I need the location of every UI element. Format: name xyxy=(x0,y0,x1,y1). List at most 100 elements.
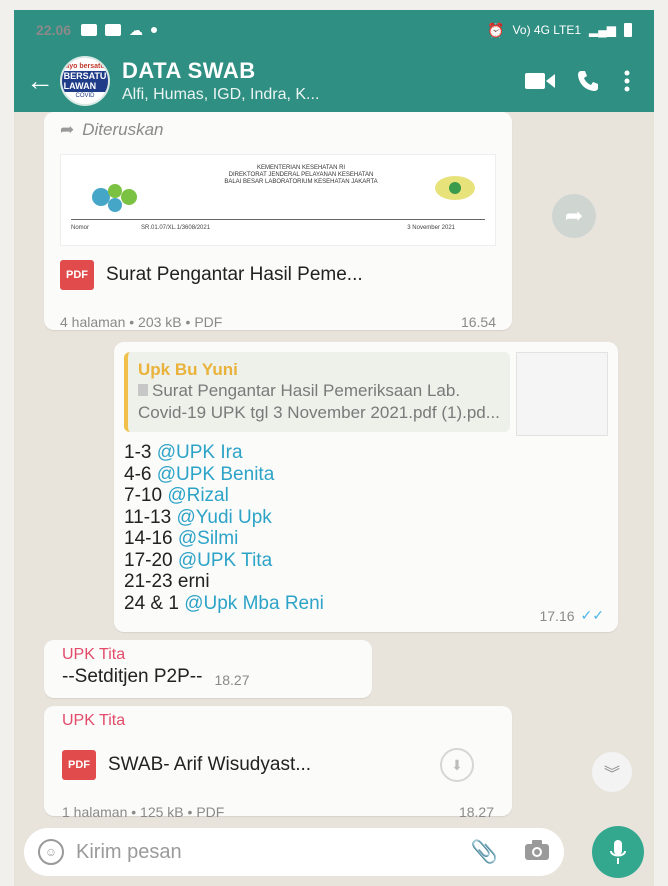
assignment-range: 7-10 xyxy=(124,485,168,507)
document-reference: SR.01.07/XL.1/3608/2021 xyxy=(141,225,211,231)
voice-record-button[interactable] xyxy=(592,826,644,878)
assignment-range: 14-16 xyxy=(124,528,178,550)
avatar-mid-text: BERSATU LAWAN xyxy=(62,70,108,93)
dot-icon xyxy=(151,27,158,33)
pdf-icon: PDF xyxy=(60,260,94,290)
ministry-logo-icon xyxy=(92,184,137,212)
message-input[interactable]: Kirim pesan xyxy=(76,841,471,864)
share-arrow-icon: ➦ xyxy=(564,203,584,228)
document-preview[interactable]: KEMENTERIAN KESEHATAN RI DIREKTORAT JEND… xyxy=(60,154,496,246)
quoted-document-name: Surat Pengantar Hasil Pemeriksaan Lab. C… xyxy=(138,381,500,423)
message-sender: UPK Tita xyxy=(62,712,126,729)
message-time: 18.27 xyxy=(458,804,494,820)
assignment-range: 4-6 xyxy=(124,463,157,485)
document-row[interactable]: PDF Surat Pengantar Hasil Peme... xyxy=(60,260,496,290)
assignment-line: 7-10 @Rizal xyxy=(124,485,608,507)
mention-link[interactable]: @UPK Ira xyxy=(157,442,243,463)
message-body: --Setditjen P2P-- 18.27 xyxy=(62,666,354,688)
document-meta: 1 halaman • 125 kB • PDF xyxy=(62,804,225,820)
scroll-down-button[interactable]: ︾ xyxy=(592,752,632,792)
avatar-bottom-text: COVID xyxy=(75,93,95,100)
camera-icon[interactable] xyxy=(524,839,550,866)
assignment-range: 24 & 1 xyxy=(124,592,185,614)
notification-icons: ☁ xyxy=(81,21,158,39)
message-sender: UPK Tita xyxy=(62,646,126,663)
document-nomor: Nomor xyxy=(71,225,90,231)
document-letterhead: KEMENTERIAN KESEHATAN RI DIREKTORAT JEND… xyxy=(224,165,378,185)
status-time: 22.06 xyxy=(36,22,72,38)
message-icon xyxy=(81,24,98,36)
document-row[interactable]: PDF SWAB- Arif Wisudyast... ⬇ xyxy=(62,748,494,782)
message-input-bar[interactable]: ☺ Kirim pesan 📎 xyxy=(24,828,564,876)
assignment-line: 24 & 1 @Upk Mba Reni xyxy=(124,593,608,615)
phone-screen: 22.06 ☁ ⏰ Vo) 4G LTE1 ▂▄▆ ← ayo bersatu … xyxy=(14,10,654,886)
message-time: 16.54 xyxy=(460,314,496,330)
forwarded-row: ➦ Diteruskan xyxy=(60,120,496,140)
microphone-icon xyxy=(610,840,626,864)
signal-icon: ▂▄▆ xyxy=(589,23,616,37)
forward-button[interactable]: ➦ xyxy=(552,194,596,238)
attach-icon[interactable]: 📎 xyxy=(471,839,498,865)
document-meta: 4 halaman • 203 kB • PDF xyxy=(60,314,223,330)
chat-title-block[interactable]: DATA SWAB Alfi, Humas, IGD, Indra, K... xyxy=(122,58,516,104)
assignment-range: 11-13 xyxy=(124,506,177,528)
pdf-icon: PDF xyxy=(62,750,96,780)
document-name: Surat Pengantar Hasil Peme... xyxy=(106,264,363,285)
message-forwarded-document[interactable]: ➦ Diteruskan KEMENTERIAN KESEHATAN RI DI… xyxy=(44,112,512,330)
message-time: 17.16 xyxy=(539,607,575,624)
mention-link[interactable]: @Silmi xyxy=(178,528,238,549)
assignment-line: 1-3 @UPK Ira xyxy=(124,442,608,464)
assignment-range: 1-3 xyxy=(124,442,157,464)
document-date: 3 November 2021 xyxy=(407,225,455,231)
assignment-range: 17-20 xyxy=(124,549,178,571)
message-time: 18.27 xyxy=(214,672,250,688)
chat-participants: Alfi, Humas, IGD, Indra, K... xyxy=(122,86,320,103)
assignment-line: 11-13 @Yudi Upk xyxy=(124,507,608,529)
assignment-line: 21-23 erni xyxy=(124,571,608,593)
mention-link[interactable]: @UPK Benita xyxy=(157,464,275,485)
forward-arrow-icon: ➦ xyxy=(60,120,75,139)
cloud-icon: ☁ xyxy=(129,21,144,38)
message-reply-assignments[interactable]: Upk Bu Yuni Surat Pengantar Hasil Pemeri… xyxy=(114,342,618,632)
mention-link[interactable]: @Yudi Upk xyxy=(176,507,271,528)
network-label: Vo) 4G LTE1 xyxy=(512,23,582,37)
document-divider xyxy=(71,219,485,220)
back-arrow-icon[interactable]: ← xyxy=(26,65,60,97)
chat-title: DATA SWAB xyxy=(122,58,256,83)
system-icons: ⏰ Vo) 4G LTE1 ▂▄▆ xyxy=(487,22,632,39)
message-text[interactable]: UPK Tita --Setditjen P2P-- 18.27 xyxy=(44,640,372,698)
mention-link[interactable]: @UPK Tita xyxy=(178,550,272,571)
group-avatar[interactable]: ayo bersatu BERSATU LAWAN COVID xyxy=(60,56,110,106)
message-text-body: --Setditjen P2P-- xyxy=(62,666,203,687)
gallery-icon xyxy=(105,24,122,36)
chevron-down-icon: ︾ xyxy=(603,766,620,783)
quoted-thumbnail xyxy=(516,352,608,436)
assignment-line: 4-6 @UPK Benita xyxy=(124,464,608,486)
alarm-icon: ⏰ xyxy=(487,21,505,38)
message-list: ➦ Diteruskan KEMENTERIAN KESEHATAN RI DI… xyxy=(14,112,654,826)
mention-link[interactable]: @Upk Mba Reni xyxy=(184,593,324,614)
status-bar: 22.06 ☁ ⏰ Vo) 4G LTE1 ▂▄▆ xyxy=(14,10,654,50)
message-time-row: 17.16 ✓✓ xyxy=(539,607,604,624)
document-meta-row: 1 halaman • 125 kB • PDF 18.27 xyxy=(62,804,494,820)
avatar-top-text: ayo bersatu xyxy=(65,62,105,70)
phone-call-icon[interactable] xyxy=(564,69,612,93)
document-name: SWAB- Arif Wisudyast... xyxy=(108,754,312,775)
assignment-line: 14-16 @Silmi xyxy=(124,528,608,550)
download-icon[interactable]: ⬇ xyxy=(440,748,474,782)
quoted-document-icon xyxy=(138,384,148,396)
battery-icon xyxy=(624,23,632,37)
assignment-range: 21-23 erni xyxy=(124,571,210,593)
assignment-list: 1-3 @UPK Ira 4-6 @UPK Benita 7-10 @Rizal 11… xyxy=(124,442,608,614)
chat-header: ← ayo bersatu BERSATU LAWAN COVID DATA S… xyxy=(14,50,654,112)
forwarded-label: Diteruskan xyxy=(82,120,164,139)
document-meta-row: 4 halaman • 203 kB • PDF 16.54 xyxy=(60,314,496,330)
mention-link[interactable]: @Rizal xyxy=(167,485,229,506)
lab-logo-icon xyxy=(435,176,475,200)
video-call-icon[interactable] xyxy=(516,71,564,91)
emoji-icon[interactable]: ☺ xyxy=(38,839,64,865)
more-options-icon[interactable] xyxy=(612,70,642,92)
message-document[interactable]: UPK Tita PDF SWAB- Arif Wisudyast... ⬇ 1… xyxy=(44,706,512,820)
quoted-message[interactable]: Upk Bu Yuni Surat Pengantar Hasil Pemeri… xyxy=(124,352,510,433)
quoted-sender: Upk Bu Yuni xyxy=(138,360,238,379)
